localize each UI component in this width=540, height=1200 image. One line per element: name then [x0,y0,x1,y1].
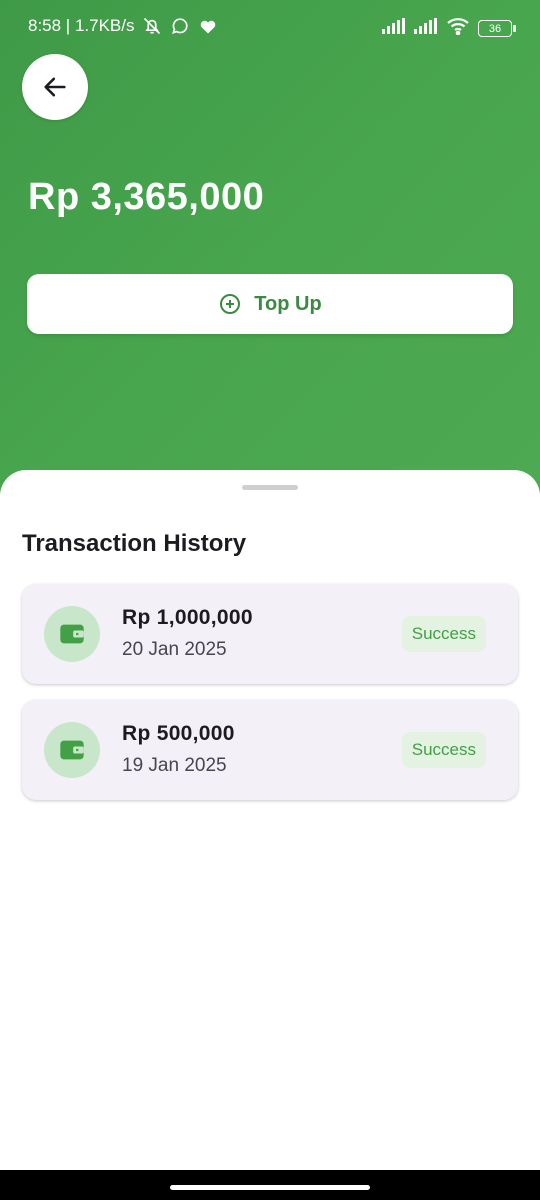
status-right: 36 [382,17,516,40]
status-badge: Success [401,616,486,652]
balance-amount: Rp 3,365,000 [28,176,265,218]
transaction-icon-container [44,722,100,778]
drag-handle[interactable] [242,485,298,490]
top-up-button[interactable]: Top Up [27,274,513,334]
transaction-history-title: Transaction History [22,530,247,557]
status-left: 8:58 | 1.7KB/s [28,16,218,36]
signal-icon [414,18,438,39]
transaction-amount: Rp 1,000,000 [122,606,253,629]
status-bar: 8:58 | 1.7KB/s 36 [0,0,540,52]
mute-bell-icon [142,16,162,36]
transaction-date: 20 Jan 2025 [122,639,227,660]
transaction-card[interactable]: Rp 500,000 19 Jan 2025 Success [22,700,518,800]
transaction-card[interactable]: Rp 1,000,000 20 Jan 2025 Success [22,584,518,684]
wallet-icon [60,624,84,644]
top-up-label: Top Up [254,292,322,315]
signal-icon [382,18,406,39]
app-notification-icon [198,16,218,36]
status-time: 8:58 | 1.7KB/s [28,16,135,35]
back-button[interactable] [22,54,88,120]
battery-level: 36 [488,22,502,35]
whatsapp-icon [170,16,190,36]
transaction-date: 19 Jan 2025 [122,755,227,776]
home-gesture-pill[interactable] [170,1185,370,1190]
transaction-sheet: Transaction History Rp 1,000,000 20 Jan … [0,470,540,1170]
transaction-icon-container [44,606,100,662]
system-navigation-bar [0,1170,540,1200]
plus-circle-icon [220,294,241,314]
wallet-icon [60,740,84,760]
wifi-icon [446,17,470,40]
transaction-amount: Rp 500,000 [122,722,235,745]
arrow-left-icon [44,77,66,97]
battery-icon: 36 [478,20,516,37]
status-badge: Success [401,732,486,768]
